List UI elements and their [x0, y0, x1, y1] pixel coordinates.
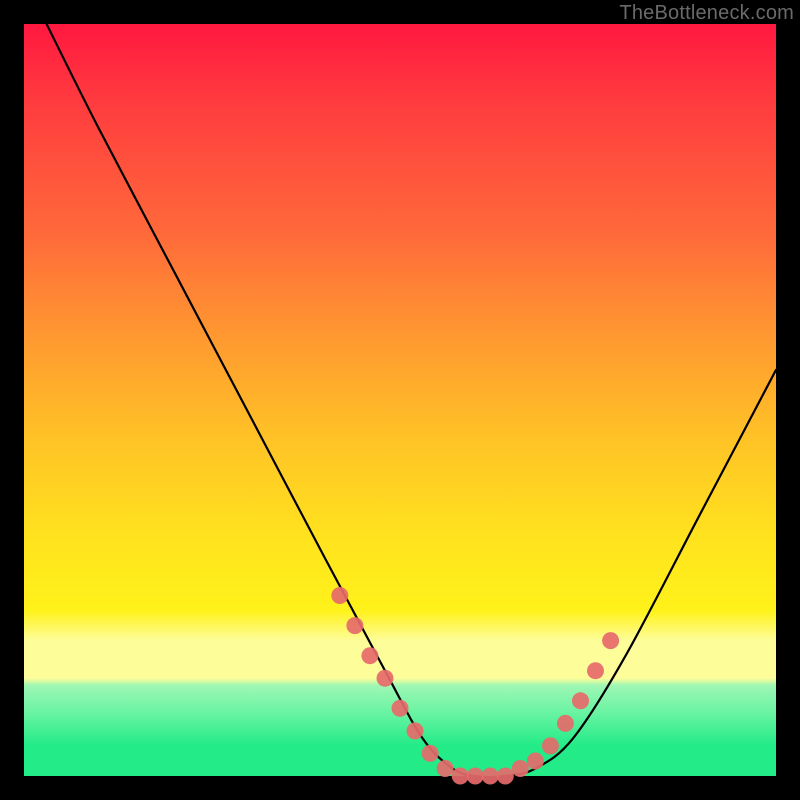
curve-markers-right — [482, 632, 619, 784]
curve-marker — [346, 617, 363, 634]
chart-frame — [24, 24, 776, 776]
watermark-text: TheBottleneck.com — [619, 2, 794, 25]
curve-marker — [557, 715, 574, 732]
curve-marker — [542, 737, 559, 754]
curve-marker — [392, 700, 409, 717]
curve-marker — [602, 632, 619, 649]
curve-marker — [377, 670, 394, 687]
curve-marker — [437, 760, 454, 777]
curve-line — [47, 24, 776, 777]
curve-marker — [512, 760, 529, 777]
curve-marker — [467, 768, 484, 785]
curve-marker — [331, 587, 348, 604]
curve-marker — [452, 768, 469, 785]
curve-marker — [572, 692, 589, 709]
curve-marker — [482, 768, 499, 785]
curve-marker — [407, 722, 424, 739]
curve-marker — [422, 745, 439, 762]
curve-markers-left — [331, 587, 483, 785]
curve-marker — [527, 753, 544, 770]
curve-marker — [587, 662, 604, 679]
curve-marker — [497, 768, 514, 785]
chart-svg — [24, 24, 776, 776]
curve-marker — [361, 647, 378, 664]
